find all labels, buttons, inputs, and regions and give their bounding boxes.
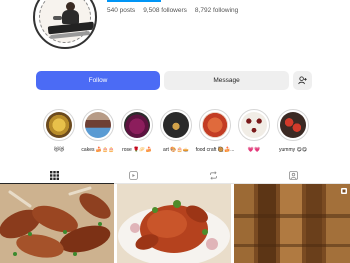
add-user-icon — [298, 76, 307, 85]
tab-reposts[interactable] — [208, 170, 218, 180]
post-thumbnail[interactable] — [117, 184, 231, 263]
post-image-roast-chicken — [117, 184, 231, 263]
highlight-label: yummy 😋😋 — [279, 147, 307, 153]
highlight-cover — [124, 112, 150, 138]
highlight-3[interactable] — [121, 109, 153, 141]
post-thumbnail[interactable] — [234, 184, 350, 263]
tab-posts[interactable] — [49, 170, 59, 180]
highlight-cover — [85, 112, 111, 138]
reels-icon — [128, 170, 138, 180]
highlight-cover — [46, 112, 72, 138]
repost-icon — [209, 170, 217, 180]
highlight-label: 😻😻 — [53, 147, 65, 153]
highlight-cover — [163, 112, 189, 138]
highlight-1[interactable] — [43, 109, 75, 141]
message-button[interactable]: Message — [164, 71, 289, 90]
profile-avatar[interactable] — [33, 0, 97, 49]
highlight-label: 💗💗 — [247, 147, 261, 153]
suggested-users-button[interactable] — [293, 71, 312, 90]
profile-stats: 540 posts 9,508 followers 8,792 followin… — [107, 7, 238, 14]
highlight-label: cakes 🍰🎂🎂 — [81, 147, 115, 153]
highlight-7[interactable] — [277, 109, 309, 141]
followers-count[interactable]: 9,508 followers — [143, 7, 187, 14]
highlight-cover — [202, 112, 228, 138]
grid-icon — [49, 170, 59, 180]
post-thumbnail[interactable] — [0, 184, 114, 263]
highlight-label: food craft 🥘🍰... — [195, 147, 235, 153]
posts-count[interactable]: 540 posts — [107, 7, 135, 14]
following-count[interactable]: 8,792 following — [195, 7, 238, 14]
story-progress-bar — [107, 0, 161, 2]
tagged-icon — [288, 170, 298, 180]
avatar-logo-image — [39, 0, 95, 43]
highlight-label: rose 🌹🥟🍰 — [122, 147, 152, 153]
highlight-2[interactable] — [82, 109, 114, 141]
highlight-5[interactable] — [199, 109, 231, 141]
post-image-chicken-wings — [0, 184, 114, 263]
highlight-label: art 🎨🎂🥧 — [163, 147, 189, 153]
post-image-wood-board — [234, 184, 350, 263]
highlight-cover — [241, 112, 267, 138]
tab-reels[interactable] — [128, 170, 138, 180]
highlight-6[interactable] — [238, 109, 270, 141]
highlight-4[interactable] — [160, 109, 192, 141]
highlight-cover — [280, 112, 306, 138]
follow-button[interactable]: Follow — [36, 71, 160, 90]
tab-tagged[interactable] — [288, 170, 298, 180]
